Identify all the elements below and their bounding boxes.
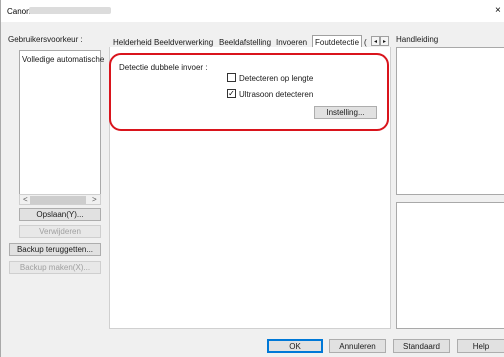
close-icon[interactable]: × [495,5,501,16]
save-button[interactable]: Opslaan(Y)... [19,208,101,221]
manual-detail-pane [396,202,504,329]
dialog-window: Canon × Gebruikersvoorkeur : Volledige a… [0,0,504,357]
restore-backup-button[interactable]: Backup teruggetten... [9,243,101,256]
delete-button[interactable]: Verwijderen [19,225,101,238]
create-backup-button[interactable]: Backup maken(X)... [9,261,101,274]
tab-scroll-left-icon[interactable]: ◂ [371,36,380,46]
tab-scroll-right-icon[interactable]: ▸ [380,36,389,46]
list-item[interactable]: Volledige automatische [22,55,104,64]
window-title: Canon [7,7,31,16]
title-bar: Canon × [1,0,504,22]
manual-preview-pane [396,47,504,195]
manual-label: Handleiding [396,35,439,44]
help-button[interactable]: Help [457,339,504,353]
scrollbar-thumb[interactable] [30,196,86,204]
user-preferences-label: Gebruikersvoorkeur : [8,35,83,44]
highlight-annotation [109,53,389,131]
scroll-left-icon[interactable]: < [23,195,28,204]
list-horizontal-scrollbar[interactable]: < > [19,194,101,205]
preferences-list[interactable]: Volledige automatische [19,50,104,195]
cancel-button[interactable]: Annuleren [329,339,386,353]
window-title-redacted [29,7,111,14]
ok-button[interactable]: OK [267,339,323,353]
scroll-right-icon[interactable]: > [92,195,97,204]
default-button[interactable]: Standaard [393,339,450,353]
